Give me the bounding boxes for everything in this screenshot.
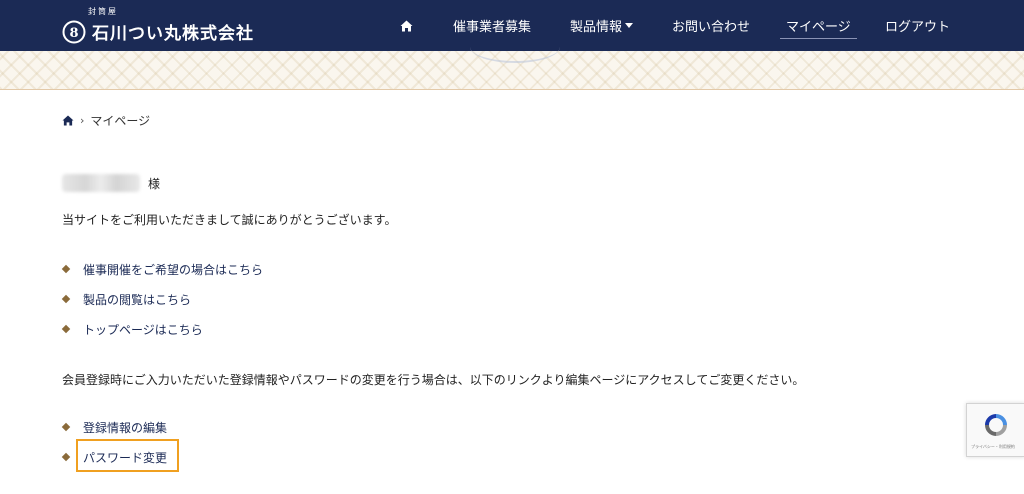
decorative-arc <box>470 31 560 63</box>
link-edit-registration[interactable]: 登録情報の編集 <box>61 418 168 436</box>
diamond-bullet-icon <box>61 264 71 274</box>
decorative-pattern-band <box>0 51 1024 90</box>
recaptcha-footer: プライバシー・利用規約 <box>971 444 1015 449</box>
nav-home[interactable] <box>400 0 413 51</box>
nav-logout[interactable]: ログアウト <box>885 0 950 51</box>
recaptcha-badge[interactable]: プライバシー・利用規約 <box>966 403 1024 457</box>
diamond-bullet-icon <box>61 422 71 432</box>
welcome-message: 当サイトをご利用いただきまして誠にありがとうございます。 <box>62 213 397 227</box>
breadcrumb: › マイページ <box>62 112 150 129</box>
nav-mypage-label: マイページ <box>786 20 851 35</box>
highlight-box <box>76 439 179 472</box>
nav-contact-label: お問い合わせ <box>672 20 751 35</box>
nav-logout-label: ログアウト <box>885 20 951 35</box>
diamond-bullet-icon <box>61 324 71 334</box>
chevron-right-icon: › <box>80 114 85 127</box>
link-label: 催事開催をご希望の場合はこちら <box>83 262 264 277</box>
greeting-suffix: 様 <box>148 176 161 191</box>
logo-company-name: 石川つい丸株式会社 <box>92 24 254 44</box>
breadcrumb-current: マイページ <box>90 114 151 128</box>
link-label: 登録情報の編集 <box>83 420 168 435</box>
home-icon[interactable] <box>62 115 74 126</box>
nav-products[interactable]: 製品情報 <box>570 0 634 51</box>
link-label: トップページはこちら <box>83 322 203 337</box>
link-event-hosting[interactable]: 催事開催をご希望の場合はこちら <box>61 260 264 278</box>
member-notice: 会員登録時にご入力いただいた登録情報やパスワードの変更を行う場合は、以下のリンク… <box>62 373 805 387</box>
home-icon <box>400 20 413 31</box>
quick-links: 催事開催をご希望の場合はこちら 製品の閲覧はこちら トップページはこちら <box>61 260 264 338</box>
logo-tagline: 封筒屋 <box>88 7 118 16</box>
link-label: 製品の閲覧はこちら <box>83 292 192 307</box>
diamond-bullet-icon <box>61 452 71 462</box>
nav-mypage[interactable]: マイページ <box>780 0 857 51</box>
recaptcha-icon <box>985 414 1007 436</box>
svg-text:8: 8 <box>69 26 78 41</box>
link-top-page[interactable]: トップページはこちら <box>61 320 263 338</box>
nav-contact[interactable]: お問い合わせ <box>672 0 750 51</box>
chevron-down-icon <box>625 23 634 28</box>
diamond-bullet-icon <box>61 294 71 304</box>
nav-products-label: 製品情報 <box>570 20 623 35</box>
user-name-redacted <box>62 174 140 192</box>
link-products[interactable]: 製品の閲覧はこちら <box>61 290 263 308</box>
logo-mark-icon: 8 <box>62 20 86 44</box>
user-greeting: 様 <box>62 174 160 192</box>
